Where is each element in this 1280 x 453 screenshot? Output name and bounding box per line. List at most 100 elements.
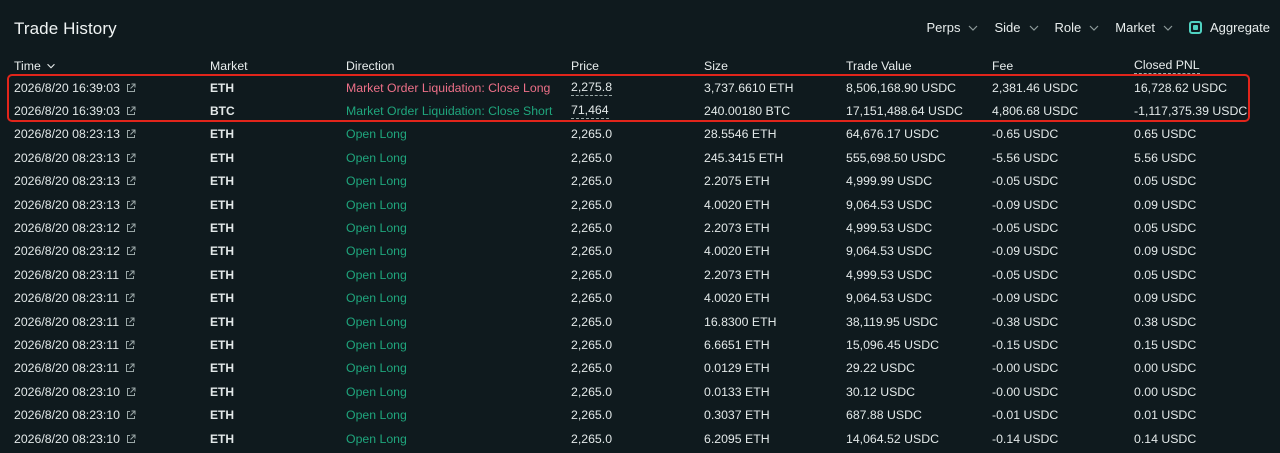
price-cell: 2,265.0 (571, 403, 612, 426)
column-header-size: Size (704, 59, 728, 73)
external-link-icon[interactable] (125, 293, 135, 303)
price-value: 2,265.0 (571, 244, 613, 259)
price-cell: 2,265.0 (571, 263, 612, 286)
fee-cell: -0.01 USDC (992, 408, 1059, 423)
price-value: 2,265.0 (571, 197, 613, 212)
fee-cell: -0.00 USDC (992, 384, 1059, 399)
fee-cell: 2,381.46 USDC (992, 80, 1079, 95)
external-link-icon[interactable] (126, 223, 136, 233)
price-cell: 2,265.0 (571, 170, 612, 193)
trade-value-cell: 4,999.53 USDC (846, 221, 933, 236)
sort-chevron-down-icon (47, 63, 55, 69)
direction-cell: Open Long (346, 127, 407, 142)
aggregate-checkbox[interactable] (1189, 21, 1202, 34)
fee-cell: -0.65 USDC (992, 127, 1059, 142)
market-cell[interactable]: ETH (210, 310, 234, 333)
market-cell[interactable]: ETH (210, 216, 234, 239)
closed-pnl-cell: 0.38 USDC (1134, 314, 1197, 329)
price-cell: 71,464 (571, 99, 609, 122)
external-link-icon[interactable] (126, 200, 136, 210)
market-cell[interactable]: ETH (210, 333, 234, 356)
time-cell: 2026/8/20 08:23:13 (14, 123, 136, 146)
direction-cell: Open Long (346, 244, 407, 259)
price-value: 2,265.0 (571, 361, 613, 376)
filter-side-dropdown[interactable]: Side (994, 20, 1040, 35)
closed-pnl-cell: 5.56 USDC (1134, 150, 1197, 165)
trade-value-cell: 4,999.99 USDC (846, 174, 933, 189)
chevron-down-icon (969, 25, 978, 31)
direction-cell: Open Long (346, 384, 407, 399)
direction-cell: Open Long (346, 150, 407, 165)
filter-market-label: Market (1115, 20, 1155, 35)
table-header: Time Market Direction Price Size Trade V… (0, 56, 1280, 76)
size-cell: 6.2095 ETH (704, 431, 770, 446)
time-cell: 2026/8/20 08:23:11 (14, 357, 135, 380)
market-cell[interactable]: ETH (210, 357, 234, 380)
time-cell: 2026/8/20 16:39:03 (14, 76, 136, 99)
fee-cell: -0.09 USDC (992, 291, 1059, 306)
market-cell[interactable]: ETH (210, 287, 234, 310)
market-cell[interactable]: ETH (210, 427, 234, 450)
filter-market-dropdown[interactable]: Market (1115, 20, 1175, 35)
fee-cell: -0.14 USDC (992, 431, 1059, 446)
external-link-icon[interactable] (126, 410, 136, 420)
fee-cell: -5.56 USDC (992, 150, 1059, 165)
direction-cell: Market Order Liquidation: Close Short (346, 104, 553, 119)
external-link-icon[interactable] (126, 106, 136, 116)
external-link-icon[interactable] (126, 153, 136, 163)
external-link-icon[interactable] (125, 270, 135, 280)
closed-pnl-cell: 0.09 USDC (1134, 244, 1197, 259)
column-header-time-label: Time (14, 59, 41, 73)
market-cell[interactable]: ETH (210, 403, 234, 426)
chevron-down-icon (1029, 25, 1038, 31)
market-cell[interactable]: ETH (210, 380, 234, 403)
closed-pnl-cell: 0.05 USDC (1134, 174, 1197, 189)
price-cell: 2,265.0 (571, 216, 612, 239)
fee-cell: -0.38 USDC (992, 314, 1059, 329)
size-cell: 2.2073 ETH (704, 221, 770, 236)
market-cell[interactable]: ETH (210, 146, 234, 169)
price-cell: 2,265.0 (571, 287, 612, 310)
trade-value-cell: 4,999.53 USDC (846, 267, 933, 282)
chevron-down-icon (1163, 25, 1173, 31)
external-link-icon[interactable] (126, 176, 136, 186)
filter-perps-label: Perps (926, 20, 961, 35)
market-cell[interactable]: ETH (210, 240, 234, 263)
filter-perps-dropdown[interactable]: Perps (927, 20, 981, 35)
filter-role-dropdown[interactable]: Role (1055, 20, 1102, 35)
market-cell[interactable]: BTC (210, 99, 235, 122)
time-value: 2026/8/20 08:23:12 (14, 244, 120, 259)
time-cell: 2026/8/20 08:23:11 (14, 287, 135, 310)
external-link-icon[interactable] (125, 317, 135, 327)
time-value: 2026/8/20 16:39:03 (14, 80, 120, 95)
closed-pnl-cell: 0.01 USDC (1134, 408, 1197, 423)
market-cell[interactable]: ETH (210, 263, 234, 286)
price-cell: 2,265.0 (571, 310, 612, 333)
closed-pnl-cell: -1,117,375.39 USDC (1134, 104, 1248, 119)
time-value: 2026/8/20 08:23:11 (14, 267, 120, 282)
external-link-icon[interactable] (126, 434, 136, 444)
market-cell[interactable]: ETH (210, 76, 234, 99)
time-value: 2026/8/20 16:39:03 (14, 104, 120, 119)
market-cell[interactable]: ETH (210, 123, 234, 146)
size-cell: 6.6651 ETH (704, 337, 770, 352)
trade-value-cell: 555,698.50 USDC (846, 150, 946, 165)
trade-value-cell: 687.88 USDC (846, 408, 922, 423)
column-header-time[interactable]: Time (14, 56, 57, 76)
external-link-icon[interactable] (126, 387, 136, 397)
external-link-icon[interactable] (126, 83, 136, 93)
market-cell[interactable]: ETH (210, 170, 234, 193)
table-row: 2026/8/20 16:39:03 ETH Market Order Liquid… (0, 76, 1280, 99)
table-row: 2026/8/20 08:23:13 ETH Open Long 2,265.0 28.… (0, 123, 1280, 146)
table-body: 2026/8/20 16:39:03 ETH Market Order Liquid… (0, 76, 1280, 450)
external-link-icon[interactable] (126, 246, 136, 256)
external-link-icon[interactable] (125, 363, 135, 373)
external-link-icon[interactable] (126, 129, 136, 139)
trade-value-cell: 9,064.53 USDC (846, 197, 933, 212)
external-link-icon[interactable] (125, 340, 135, 350)
trade-history-table: Time Market Direction Price Size Trade V… (0, 56, 1280, 450)
fee-cell: -0.05 USDC (992, 174, 1059, 189)
table-row: 2026/8/20 08:23:13 ETH Open Long 2,265.0 2.2… (0, 170, 1280, 193)
market-cell[interactable]: ETH (210, 193, 234, 216)
size-cell: 4.0020 ETH (704, 197, 770, 212)
